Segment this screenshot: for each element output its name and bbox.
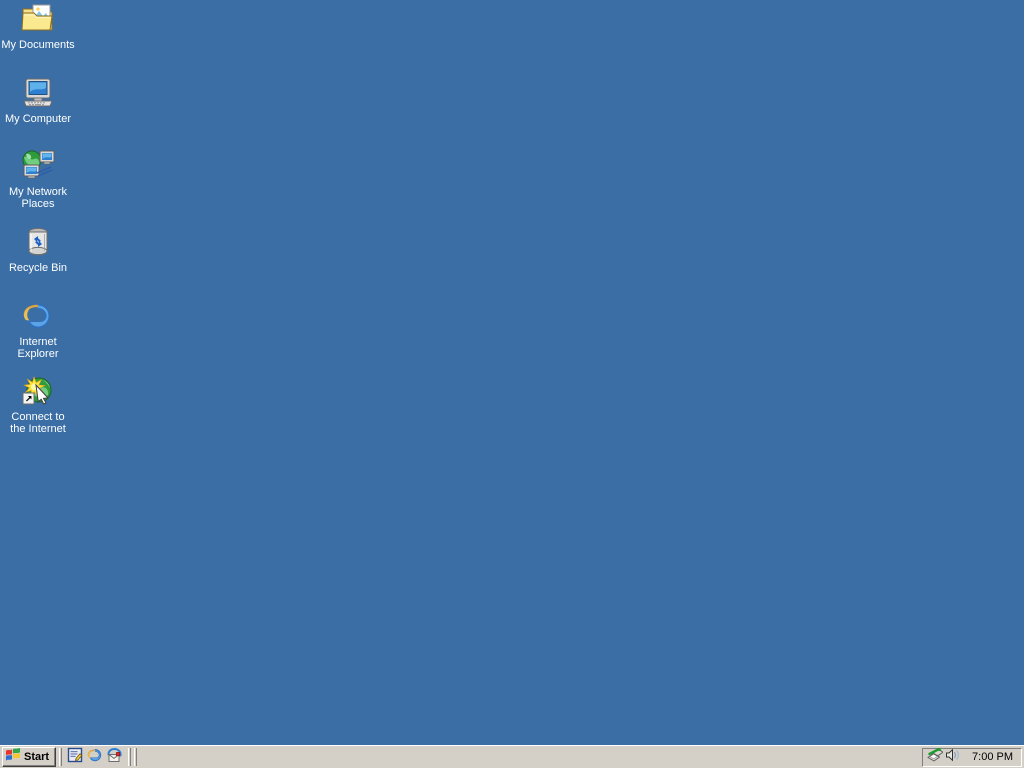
- network-connection-icon: [927, 747, 944, 767]
- volume-speaker-icon: [945, 748, 961, 767]
- internet-explorer-icon: [0, 299, 76, 333]
- taskbar-clock[interactable]: 7:00 PM: [962, 751, 1019, 763]
- internet-explorer-icon: [87, 747, 103, 768]
- desktop-icon-my-documents[interactable]: My Documents: [0, 2, 76, 51]
- desktop-icon-my-network-places[interactable]: My Network Places: [0, 149, 76, 210]
- desktop-icon-label: Connect to the Internet: [10, 411, 66, 435]
- desktop-icon-label: My Documents: [1, 39, 75, 51]
- desktop-icon-label: My Network Places: [8, 186, 68, 210]
- start-button[interactable]: Start: [2, 747, 56, 767]
- desktop-icon-label: My Computer: [4, 113, 72, 125]
- quick-launch-outlook-express[interactable]: [105, 747, 125, 767]
- taskband-grab-handle-2[interactable]: [134, 748, 137, 766]
- computer-icon: [0, 76, 76, 110]
- tray-volume[interactable]: [944, 748, 962, 767]
- desktop-surface[interactable]: My Documents My Computer My Network Plac…: [0, 0, 1024, 745]
- connect-internet-icon: [0, 374, 76, 408]
- windows-flag-icon: [5, 747, 21, 767]
- folder-documents-icon: [0, 2, 76, 36]
- desktop-icon-my-computer[interactable]: My Computer: [0, 76, 76, 125]
- taskbar: Start 7:00 PM: [0, 745, 1024, 768]
- show-desktop-icon: [67, 747, 83, 768]
- start-button-label: Start: [24, 751, 50, 763]
- quick-launch-bar: [65, 747, 125, 767]
- quick-launch-internet-explorer[interactable]: [85, 747, 105, 767]
- desktop-icon-recycle-bin[interactable]: Recycle Bin: [0, 225, 76, 274]
- desktop-icon-internet-explorer[interactable]: Internet Explorer: [0, 299, 76, 360]
- desktop-icon-connect-to-the-internet[interactable]: Connect to the Internet: [0, 374, 76, 435]
- network-places-icon: [0, 149, 76, 183]
- tray-network-connection[interactable]: [926, 747, 944, 767]
- task-buttons-area: [140, 747, 922, 767]
- quick-launch-show-desktop[interactable]: [65, 747, 85, 767]
- quick-launch-grab-handle[interactable]: [59, 748, 62, 766]
- outlook-express-icon: [107, 747, 123, 768]
- desktop-icon-label: Internet Explorer: [17, 336, 59, 360]
- recycle-bin-icon: [0, 225, 76, 259]
- desktop-icon-label: Recycle Bin: [8, 262, 68, 274]
- taskband-grab-handle[interactable]: [128, 748, 131, 766]
- system-tray: 7:00 PM: [922, 747, 1022, 767]
